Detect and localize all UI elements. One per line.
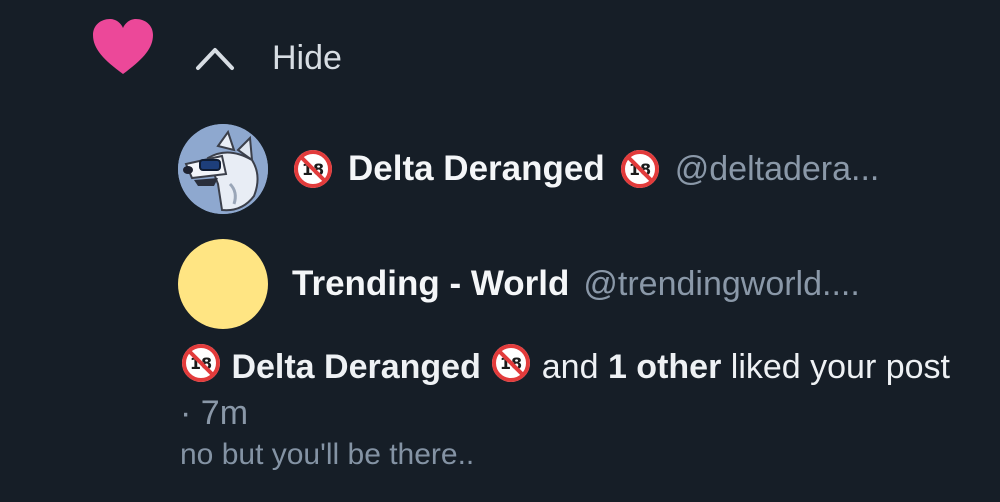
no-under-18-icon: 18	[182, 344, 220, 382]
summary-and: and	[541, 348, 599, 386]
actor-name[interactable]: Trending - World	[292, 264, 569, 304]
summary-separator: ·	[180, 394, 192, 432]
chevron-up-icon	[196, 48, 234, 70]
no-under-18-icon: 18	[294, 150, 332, 188]
summary-others[interactable]: 1 other	[608, 348, 721, 386]
heart-icon	[93, 19, 153, 74]
hide-label: Hide	[272, 38, 342, 77]
actor-name[interactable]: Delta Deranged	[348, 149, 605, 189]
hide-toggle-button[interactable]: Hide	[194, 36, 342, 80]
actor-row[interactable]: Trending - World @trendingworld....	[178, 238, 860, 330]
actor-handle[interactable]: @trendingworld....	[583, 265, 859, 304]
post-preview[interactable]: no but you'll be there..	[180, 438, 474, 472]
no-under-18-icon: 18	[620, 150, 659, 188]
notification-summary: 18 Delta Deranged 18 and 1 other liked y…	[180, 342, 960, 436]
actor-row[interactable]: 18 Delta Deranged 18 @deltadera...	[178, 123, 879, 215]
summary-actor-name[interactable]: Delta Deranged	[231, 348, 480, 386]
avatar[interactable]	[178, 239, 268, 329]
timestamp: 7m	[200, 394, 249, 432]
wolf-avatar-image	[178, 124, 268, 214]
avatar[interactable]	[178, 124, 268, 214]
actor-handle[interactable]: @deltadera...	[675, 150, 880, 189]
no-under-18-icon: 18	[492, 344, 531, 382]
summary-action: liked your post	[730, 348, 950, 386]
